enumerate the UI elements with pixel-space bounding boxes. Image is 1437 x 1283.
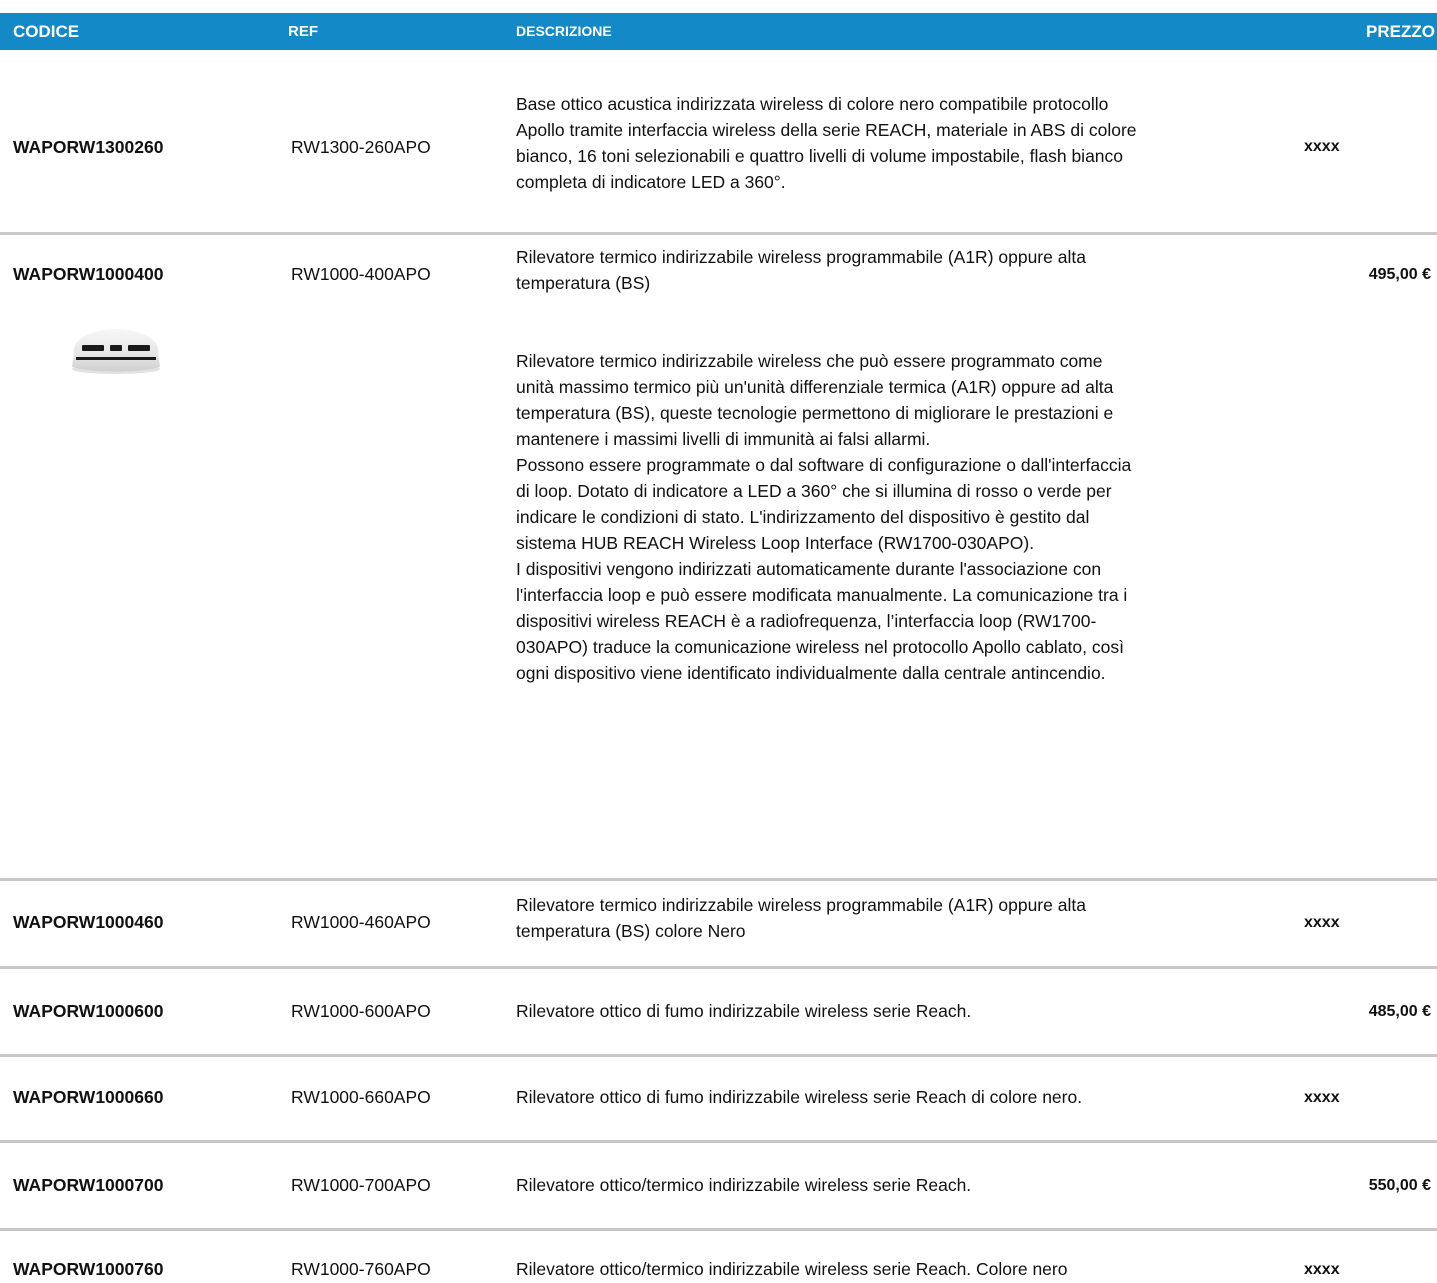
description-line: temperatura (BS) [516,273,651,293]
product-price: xxxx [1304,914,1340,931]
product-code: WAPORW1000460 [13,912,164,932]
header-codice: CODICE [13,22,80,41]
detail-line: Possono essere programmate o dal softwar… [516,455,1132,475]
description-line: Rilevatore ottico/termico indirizzabile … [516,1175,972,1195]
product-price: 550,00 € [1368,1177,1431,1194]
row-divider [0,1140,1437,1143]
row-divider [0,232,1437,235]
product-ref: RW1000-600APO [291,1001,431,1021]
product-ref: RW1000-700APO [291,1175,431,1195]
detail-line: ogni dispositivo viene identificato indi… [516,663,1106,683]
header-ref: REF [288,23,318,40]
description-line: Apollo tramite interfaccia wireless dell… [516,120,1137,140]
product-price: xxxx [1304,138,1340,155]
row-divider [0,966,1437,969]
product-description: Rilevatore termico indirizzabile wireles… [516,892,1086,944]
detail-line: 030APO) traduce la comunicazione wireles… [516,637,1124,657]
description-line: Rilevatore termico indirizzabile wireles… [516,247,1086,267]
description-line: completa di indicatore LED a 360°. [516,172,786,192]
detail-line: indicare le condizioni di stato. L'indir… [516,507,1090,527]
description-line: temperatura (BS) colore Nero [516,921,746,941]
header-prezzo: PREZZO [1366,22,1435,41]
product-ref: RW1000-400APO [291,264,431,284]
row-divider [0,1228,1437,1231]
product-ref: RW1000-660APO [291,1087,431,1107]
product-code: WAPORW1000600 [13,1001,164,1021]
product-code: WAPORW1000760 [13,1259,164,1279]
product-code: WAPORW1000660 [13,1087,164,1107]
description-line: Rilevatore ottico di fumo indirizzabile … [516,1087,1083,1107]
detail-line: di loop. Dotato di indicatore a LED a 36… [516,481,1112,501]
detail-line: dispositivi wireless REACH è a radiofreq… [516,611,1097,631]
detail-line: sistema HUB REACH Wireless Loop Interfac… [516,533,1035,553]
description-line: Base ottico acustica indirizzata wireles… [516,94,1109,114]
heat-detector-image [72,329,160,374]
product-description: Rilevatore ottico di fumo indirizzabile … [516,1084,1082,1110]
product-ref: RW1300-260APO [291,137,431,157]
detail-line: temperatura (BS), queste tecnologie perm… [516,403,1114,423]
detail-line: Rilevatore termico indirizzabile wireles… [516,351,1103,371]
product-ref: RW1000-760APO [291,1259,431,1279]
product-description: Rilevatore ottico di fumo indirizzabile … [516,998,971,1024]
detail-line: l'interfaccia loop e può essere modifica… [516,585,1128,605]
detail-description: Rilevatore termico indirizzabile wireles… [516,348,1131,686]
description-line: bianco, 16 toni selezionabili e quattro … [516,146,1124,166]
product-description: Rilevatore ottico/termico indirizzabile … [516,1172,971,1198]
detail-line: mantenere i massimi livelli di immunità … [516,429,931,449]
description-line: Rilevatore termico indirizzabile wireles… [516,895,1086,915]
product-code: WAPORW1300260 [13,137,164,157]
product-price: 495,00 € [1368,266,1431,283]
detail-line: I dispositivi vengono indirizzati automa… [516,559,1102,579]
product-description: Rilevatore ottico/termico indirizzabile … [516,1256,1067,1282]
row-divider [0,1054,1437,1057]
description-line: Rilevatore ottico/termico indirizzabile … [516,1259,1068,1279]
table-header: CODICE REF DESCRIZIONE PREZZO [0,13,1437,50]
description-line: Rilevatore ottico di fumo indirizzabile … [516,1001,972,1021]
row-divider [0,878,1437,881]
product-code: WAPORW1000400 [13,264,164,284]
product-description: Rilevatore termico indirizzabile wireles… [516,244,1086,296]
product-price: 485,00 € [1368,1003,1431,1020]
detail-line: unità massimo termico più un'unità diffe… [516,377,1114,397]
product-price: xxxx [1304,1089,1340,1106]
product-ref: RW1000-460APO [291,912,431,932]
product-code: WAPORW1000700 [13,1175,164,1195]
product-description: Base ottico acustica indirizzata wireles… [516,91,1137,195]
product-price: xxxx [1304,1261,1340,1278]
header-descrizione: DESCRIZIONE [516,23,612,39]
